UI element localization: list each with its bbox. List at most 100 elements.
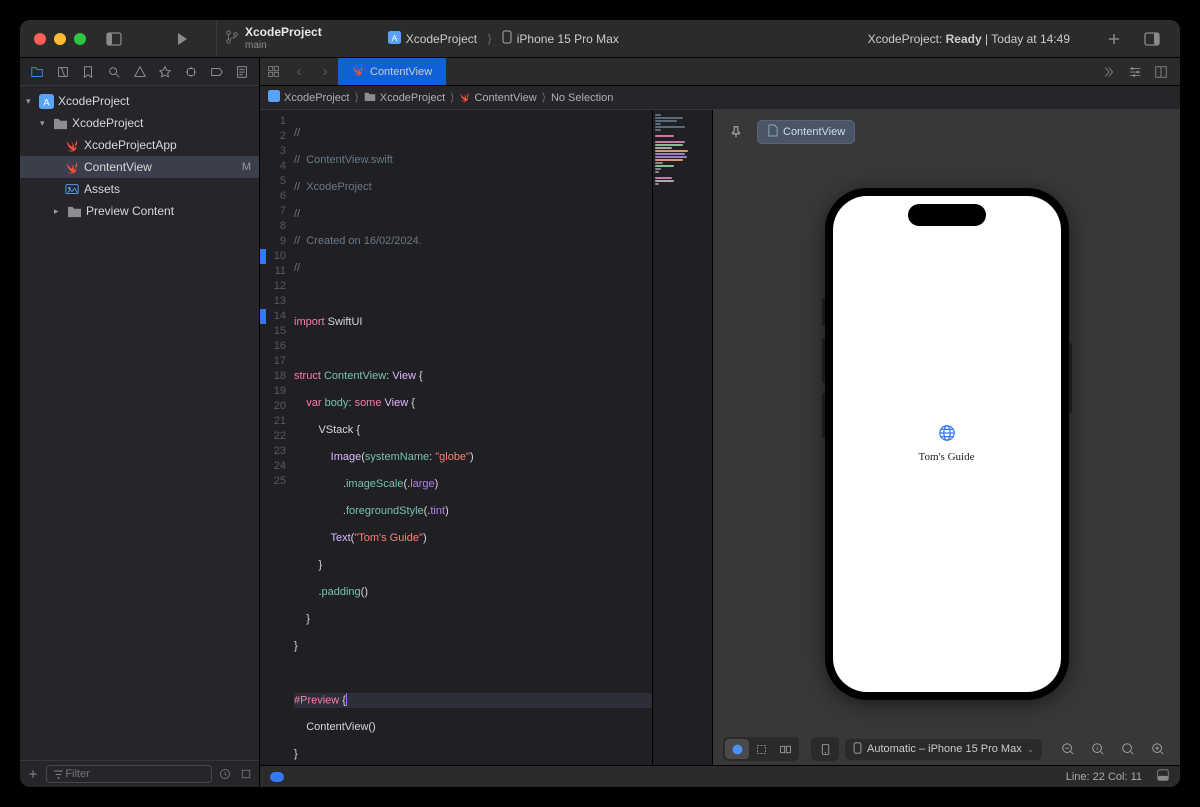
folder-icon [364,91,376,105]
zoom-out-button[interactable] [1056,739,1080,759]
toggle-navigator-button[interactable] [100,27,128,51]
preview-page-icon [767,124,778,140]
pin-preview-button[interactable] [725,121,747,143]
group-folder[interactable]: ▾ XcodeProject [20,112,259,134]
close-window-button[interactable] [34,33,46,45]
zoom-actual-button[interactable] [1116,739,1140,759]
add-button[interactable] [1100,27,1128,51]
filter-container [46,765,212,783]
svg-text:1: 1 [1096,746,1099,751]
project-info[interactable]: XcodeProject main [216,20,382,57]
branch-icon [225,30,239,47]
source-control-navigator-tab[interactable] [50,58,76,85]
scm-filter-button[interactable] [239,765,253,783]
line-gutter: 1234567891011121314151617181920212223242… [260,110,294,765]
chevron-down-icon: ⌄ [1027,744,1035,755]
folder-preview-content[interactable]: ▸ Preview Content [20,200,259,222]
jump-bar[interactable]: XcodeProject ⟩ XcodeProject ⟩ ContentVie… [260,86,1180,110]
recent-filter-button[interactable] [218,765,232,783]
file-app[interactable]: XcodeProjectApp [20,134,259,156]
disclosure-icon: ▸ [54,206,64,217]
preview-device-selector[interactable]: Automatic – iPhone 15 Pro Max ⌄ [845,739,1042,760]
branch-name: main [245,40,322,51]
minimap[interactable] [652,110,712,765]
scheme-device: iPhone 15 Pro Max [517,32,619,46]
add-editor-button[interactable] [1148,65,1174,79]
navigator-tabs [20,58,259,86]
file-assets[interactable]: Assets [20,178,259,200]
zoom-fit-button[interactable]: 1 [1086,739,1110,759]
breakpoint-marker[interactable] [260,249,266,264]
activity-status: XcodeProject: Ready | Today at 14:49 [868,32,1070,46]
device-screen: Tom's Guide [833,196,1061,692]
variants-button[interactable] [773,739,797,759]
review-button[interactable] [1096,65,1122,79]
navigator-sidebar: ▾ A XcodeProject ▾ XcodeProject XcodePro… [20,58,260,787]
zoom-window-button[interactable] [74,33,86,45]
bookmark-navigator-tab[interactable] [75,58,101,85]
filter-input[interactable] [65,768,207,780]
toggle-debug-area-button[interactable] [1156,768,1170,785]
preview-canvas: ContentView [712,110,1180,765]
project-icon: A [38,93,54,109]
disclosure-icon: ▾ [26,96,36,107]
app-icon: A [388,31,401,47]
tab-contentview[interactable]: ContentView [338,58,446,85]
preview-text: Tom's Guide [919,451,975,463]
project-tree: ▾ A XcodeProject ▾ XcodeProject XcodePro… [20,86,259,760]
add-file-button[interactable] [26,765,40,783]
debug-indicator[interactable] [270,772,284,782]
swift-file-icon [64,137,80,153]
globe-icon [938,424,956,447]
file-contentview[interactable]: ContentView M [20,156,259,178]
dynamic-island [908,204,986,226]
breakpoint-navigator-tab[interactable] [204,58,230,85]
window-controls [20,33,100,45]
disclosure-icon: ▾ [40,118,50,129]
cursor-position: Line: 22 Col: 11 [1066,771,1142,783]
adjust-editor-button[interactable] [1122,65,1148,79]
selectable-preview-button[interactable] [749,739,773,759]
assets-icon [64,181,80,197]
navigator-filter-bar [20,760,259,787]
breakpoint-marker[interactable] [260,309,266,324]
forward-button[interactable]: › [312,58,338,85]
code-content[interactable]: // // ContentView.swift // XcodeProject … [294,110,652,765]
run-button[interactable] [168,27,196,51]
toggle-inspector-button[interactable] [1138,27,1166,51]
device-settings-button[interactable] [813,739,837,759]
modified-badge: M [242,161,251,173]
project-name: XcodeProject [245,26,322,39]
swift-file-icon [64,159,80,175]
editor-area: ‹ › ContentView XcodeProject ⟩ XcodeProj… [260,58,1180,787]
svg-text:A: A [43,97,50,107]
svg-text:A: A [391,33,397,42]
swift-file-icon [459,91,470,105]
preview-selector[interactable]: ContentView [757,120,855,144]
scheme-selector[interactable]: A XcodeProject ⟩ iPhone 15 Pro Max [382,27,625,50]
issue-navigator-tab[interactable] [127,58,153,85]
project-root[interactable]: ▾ A XcodeProject [20,90,259,112]
project-navigator-tab[interactable] [24,58,50,85]
folder-icon [66,203,82,219]
device-frame: Tom's Guide [825,188,1069,700]
live-preview-button[interactable] [725,739,749,759]
back-button[interactable]: ‹ [286,58,312,85]
code-editor[interactable]: 1234567891011121314151617181920212223242… [260,110,712,765]
preview-viewport[interactable]: Tom's Guide [713,154,1180,733]
debug-navigator-tab[interactable] [178,58,204,85]
zoom-in-button[interactable] [1146,739,1170,759]
find-navigator-tab[interactable] [101,58,127,85]
related-items-button[interactable] [260,58,286,85]
test-navigator-tab[interactable] [152,58,178,85]
swift-file-icon [352,64,364,79]
xcode-window: XcodeProject main A XcodeProject ⟩ iPhon… [20,20,1180,787]
scheme-target: XcodeProject [406,32,477,46]
scheme-separator: ⟩ [487,32,492,46]
report-navigator-tab[interactable] [229,58,255,85]
device-icon [502,30,512,47]
folder-icon [52,115,68,131]
filter-icon [51,765,65,783]
project-icon [268,90,280,105]
minimize-window-button[interactable] [54,33,66,45]
